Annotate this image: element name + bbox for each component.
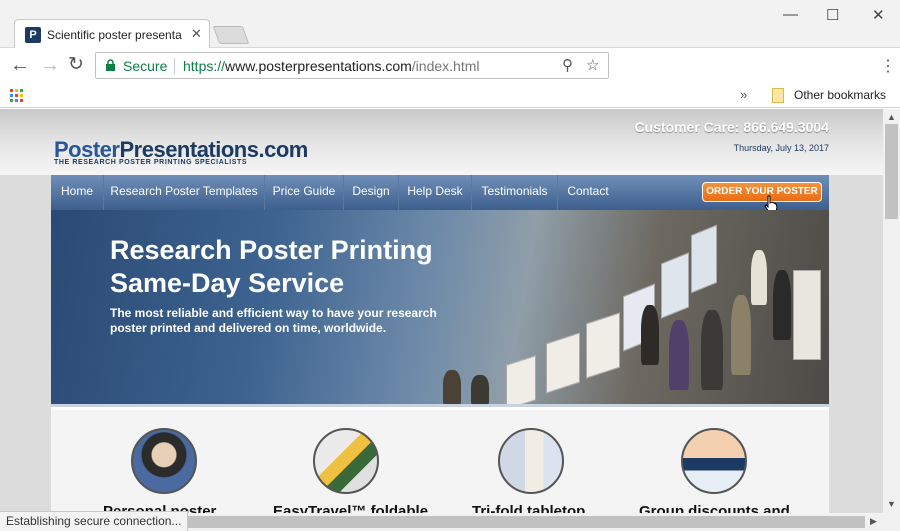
feature-title-group[interactable]: Group discounts and [639, 503, 790, 513]
hero-subtitle: The most reliable and efficient way to h… [110, 306, 437, 335]
new-tab-button[interactable] [212, 26, 250, 44]
close-tab-icon[interactable]: ✕ [191, 26, 202, 42]
forward-icon[interactable]: → [40, 55, 60, 75]
nav-contact[interactable]: Contact [558, 175, 618, 210]
hero-title-line-2: Same-Day Service [110, 268, 345, 298]
nav-testimonials[interactable]: Testimonials [472, 175, 558, 210]
hero-banner[interactable]: Research Poster Printing Same-Day Servic… [51, 210, 829, 407]
bookmarks-overflow-icon[interactable]: » [740, 87, 747, 102]
current-date: Thursday, July 13, 2017 [733, 143, 829, 153]
nav-home[interactable]: Home [51, 175, 104, 210]
back-icon[interactable]: ← [10, 55, 30, 75]
nav-design[interactable]: Design [344, 175, 399, 210]
status-bubble: Establishing secure connection... [0, 511, 189, 531]
apps-icon[interactable] [10, 89, 24, 103]
url-text: https://www.posterpresentations.com/inde… [183, 58, 480, 74]
url-scheme: https:// [183, 58, 226, 74]
bookmark-star-icon[interactable]: ☆ [586, 56, 599, 74]
site-favicon-icon: P [25, 27, 41, 43]
tab-title: Scientific poster presenta [47, 28, 182, 42]
bookmarks-bar: » Other bookmarks [0, 84, 900, 108]
order-your-poster-button[interactable]: ORDER YOUR POSTER [702, 182, 822, 202]
secure-label: Secure [123, 58, 168, 74]
hero-title-line-1: Research Poster Printing [110, 235, 433, 265]
folder-icon [772, 88, 784, 103]
minimize-icon[interactable]: — [783, 6, 798, 23]
nav-research-poster-templates[interactable]: Research Poster Templates [104, 175, 265, 210]
maximize-icon[interactable]: ☐ [826, 6, 839, 24]
hero-title: Research Poster Printing Same-Day Servic… [110, 234, 433, 300]
trifold-tabletop-image[interactable] [498, 428, 564, 494]
scroll-right-icon[interactable]: ▶ [870, 516, 877, 527]
easytravel-poster-image[interactable] [313, 428, 379, 494]
group-discounts-image[interactable] [681, 428, 747, 494]
browser-tab[interactable]: P Scientific poster presenta ✕ [14, 19, 210, 48]
address-bar[interactable]: Secure https://www.posterpresentations.c… [95, 52, 609, 79]
reload-icon[interactable]: ↻ [68, 55, 84, 75]
customer-care: Customer Care: 866.649.3004 [634, 119, 829, 135]
url-path: /index.html [411, 58, 480, 74]
page-viewport: Customer Care: 866.649.3004 PosterPresen… [0, 109, 883, 513]
horizontal-scroll-thumb[interactable] [181, 516, 865, 528]
site-body: Home Research Poster Templates Price Gui… [51, 175, 829, 513]
nav-help-desk[interactable]: Help Desk [399, 175, 472, 210]
site-header: Customer Care: 866.649.3004 PosterPresen… [0, 109, 883, 175]
browser-tab-strip: P Scientific poster presenta ✕ — ☐ ✕ [0, 0, 900, 48]
zoom-icon[interactable]: ⚲ [562, 56, 573, 74]
scroll-down-icon[interactable]: ▼ [887, 499, 896, 509]
url-host: www.posterpresentations.com [225, 58, 412, 74]
personal-poster-image[interactable] [131, 428, 197, 494]
features-row: Personal poster EasyTravel™ foldable Tri… [51, 410, 829, 513]
other-bookmarks[interactable]: Other bookmarks [794, 88, 886, 102]
vertical-scrollbar[interactable]: ▲ ▼ [883, 109, 900, 513]
main-nav: Home Research Poster Templates Price Gui… [51, 175, 829, 213]
omnibox-divider [174, 58, 175, 74]
scroll-up-icon[interactable]: ▲ [887, 112, 896, 122]
feature-title-trifold[interactable]: Tri-fold tabletop [472, 503, 585, 513]
browser-menu-icon[interactable]: ⋮ [880, 56, 896, 76]
close-window-icon[interactable]: ✕ [872, 6, 885, 24]
feature-title-easytravel[interactable]: EasyTravel™ foldable [273, 503, 428, 513]
nav-price-guide[interactable]: Price Guide [265, 175, 344, 210]
logo-wordmark: PosterPresentations.com [54, 139, 308, 161]
lock-icon [106, 59, 115, 71]
site-logo[interactable]: PosterPresentations.com THE RESEARCH POS… [54, 139, 308, 167]
vertical-scroll-thumb[interactable] [885, 124, 898, 219]
browser-toolbar: ← → ↻ Secure https://www.posterpresentat… [0, 48, 900, 84]
